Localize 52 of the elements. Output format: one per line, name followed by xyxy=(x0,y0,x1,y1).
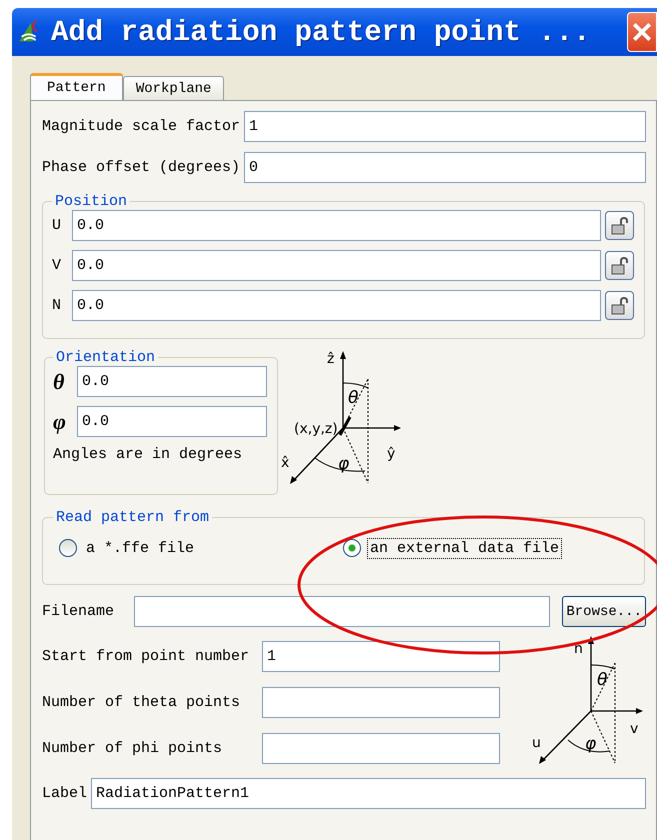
input-field[interactable]: 0.0 xyxy=(72,250,601,281)
field-label: Start from point number xyxy=(42,648,250,665)
close-icon xyxy=(631,21,653,43)
tab[interactable]: Workplane xyxy=(122,76,224,100)
input-field[interactable]: 0 xyxy=(244,152,646,183)
axis-label: u xyxy=(532,735,541,751)
tab[interactable]: Pattern xyxy=(30,73,123,100)
angle-label: θ xyxy=(348,388,358,408)
input-field[interactable]: 0.0 xyxy=(77,406,267,437)
input-field[interactable]: 0.0 xyxy=(77,366,267,397)
angle-label: θ xyxy=(53,368,66,394)
field-label: Number of phi points xyxy=(42,740,224,757)
lock-button[interactable] xyxy=(605,291,634,320)
lock-button[interactable] xyxy=(605,211,634,240)
padlock-icon xyxy=(610,296,630,316)
field-label: Filename xyxy=(42,603,114,620)
angle-label: φ xyxy=(338,454,350,474)
input-field[interactable] xyxy=(262,687,500,718)
padlock-icon xyxy=(610,256,630,276)
close-button[interactable] xyxy=(627,12,657,52)
group-title: Orientation xyxy=(55,349,156,366)
angle-label: θ xyxy=(597,670,608,690)
field-label: Label xyxy=(42,785,88,802)
field-label: Magnitude scale factor xyxy=(42,118,240,135)
input-field[interactable]: 1 xyxy=(244,111,646,142)
input-field[interactable] xyxy=(262,733,500,764)
axis-label: v xyxy=(630,721,638,737)
lock-button[interactable] xyxy=(605,251,634,280)
note-text: Angles are in degrees xyxy=(53,446,244,463)
input-field[interactable]: RadiationPattern1 xyxy=(91,778,646,809)
radio-button[interactable]: a *.ffe file xyxy=(59,538,343,558)
axis-label: ẑ xyxy=(327,351,334,367)
angle-label: φ xyxy=(53,408,67,434)
input-field[interactable] xyxy=(134,596,550,627)
angle-label: φ xyxy=(585,734,596,754)
field-label: V xyxy=(52,257,62,274)
group-title: Read pattern from xyxy=(55,509,210,526)
field-label: Number of theta points xyxy=(42,694,242,711)
field-label: Phase offset (degrees) xyxy=(42,159,240,176)
input-field[interactable]: 0.0 xyxy=(72,290,601,321)
axis-label: ŷ xyxy=(387,446,396,462)
window-title: Add radiation pattern point ... xyxy=(51,16,590,48)
field-label: N xyxy=(52,297,62,314)
browse-button[interactable]: Browse... xyxy=(562,596,646,627)
input-field[interactable]: 1 xyxy=(262,641,500,672)
point-label: (x,y,z) xyxy=(294,421,338,437)
group-title: Position xyxy=(54,193,128,210)
input-field[interactable]: 0.0 xyxy=(72,210,601,241)
axis-label: n xyxy=(574,641,583,657)
field-label: U xyxy=(52,217,62,234)
padlock-icon xyxy=(610,216,630,236)
axis-label: x̂ xyxy=(281,455,290,471)
